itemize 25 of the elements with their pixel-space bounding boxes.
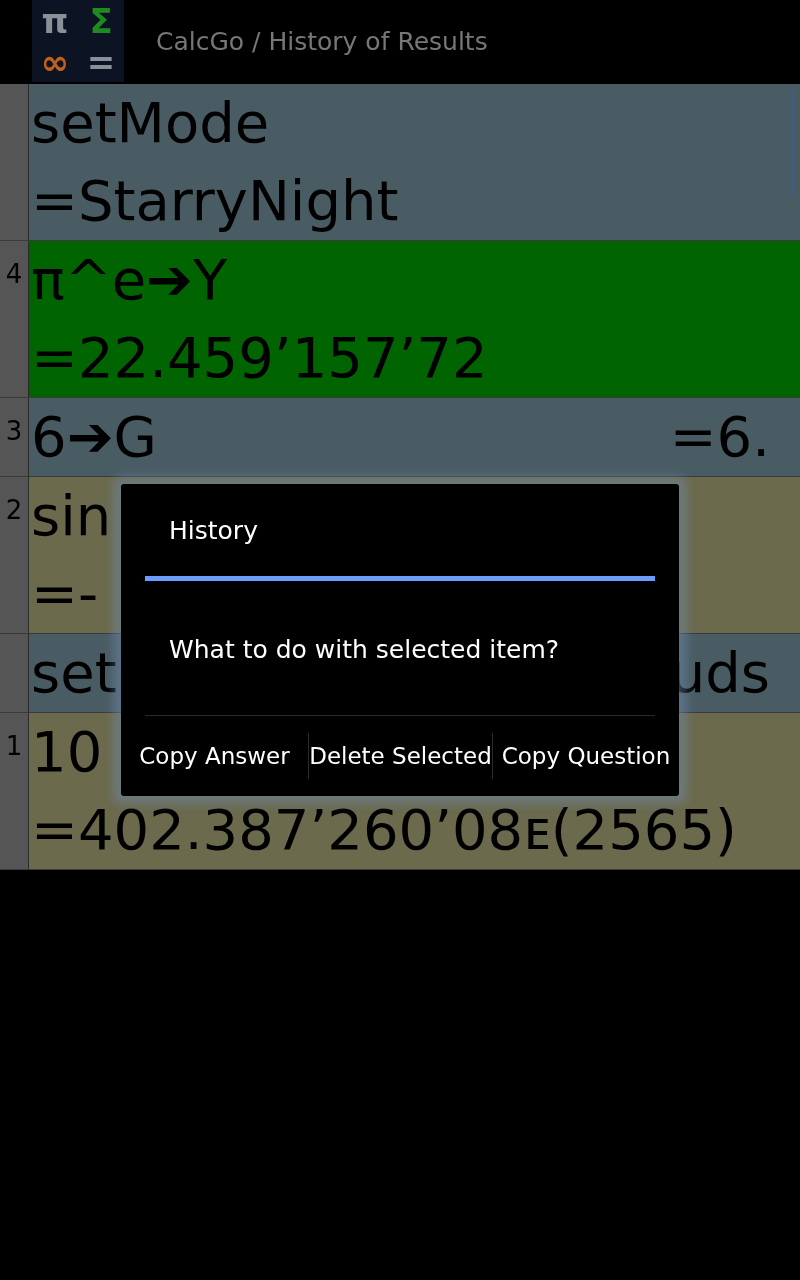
logo-glyph: Σ bbox=[89, 3, 113, 38]
answer-text: =6. bbox=[669, 403, 770, 471]
dialog-button[interactable]: Copy Question bbox=[493, 716, 679, 796]
answer-text: =StarryNight bbox=[31, 167, 399, 235]
row-number: 4 bbox=[5, 261, 23, 291]
logo-glyph: = bbox=[86, 44, 116, 79]
dialog-button[interactable]: Copy Answer bbox=[121, 716, 308, 796]
question-text: π^e➔Y bbox=[31, 246, 228, 314]
answer-text: =402.387’260’08ᴇ(2565) bbox=[31, 796, 737, 864]
logo-glyph: π bbox=[41, 3, 69, 38]
dialog-button[interactable]: Delete Selected bbox=[309, 716, 492, 796]
question-text: 6➔G bbox=[31, 403, 157, 471]
logo-glyph: ∞ bbox=[40, 44, 70, 79]
question-text: set bbox=[31, 639, 117, 707]
dialog-title: History bbox=[169, 515, 258, 547]
answer-text: =- bbox=[31, 560, 99, 628]
answer-text: =22.459’157’72 bbox=[31, 324, 488, 392]
row-number: 1 bbox=[5, 733, 23, 763]
row-number: 3 bbox=[5, 418, 23, 448]
question-text: 10 bbox=[31, 718, 103, 786]
question-text: setMode bbox=[31, 89, 270, 157]
app-title: CalcGo / History of Results bbox=[156, 26, 488, 59]
row-number: 2 bbox=[5, 497, 23, 527]
question-text: sin bbox=[31, 482, 112, 550]
dialog-message: What to do with selected item? bbox=[169, 633, 559, 666]
